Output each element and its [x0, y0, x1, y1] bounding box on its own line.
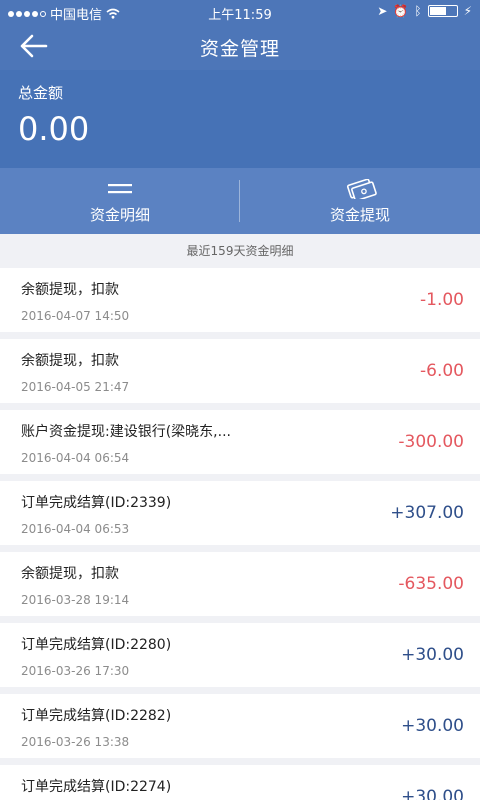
status-indicators: ➤ ⏰ ᛒ ⚡	[377, 4, 472, 18]
transaction-title: 账户资金提现:建设银行(梁晓东,...	[21, 424, 231, 440]
transaction-amount: -1.00	[420, 290, 464, 310]
transaction-title: 订单完成结算(ID:2339)	[21, 495, 172, 511]
withdraw-button[interactable]: 资金提现	[240, 168, 480, 234]
transaction-date: 2016-04-04 06:53	[21, 522, 130, 536]
fund-details-label: 资金明细	[89, 206, 150, 224]
battery-icon	[427, 5, 458, 17]
status-bar: 中国电信 上午11:59 ➤ ⏰ ᛒ ⚡	[0, 0, 480, 24]
total-label: 总金额	[18, 84, 64, 102]
transaction-amount: +30.00	[401, 787, 464, 800]
transaction-list: 余额提现，扣款 2016-04-07 14:50 -1.00 余额提现，扣款 2…	[0, 268, 480, 800]
transaction-title: 余额提现，扣款	[21, 282, 119, 298]
transaction-row[interactable]: 订单完成结算(ID:2339) 2016-04-04 06:53 +307.00	[0, 481, 480, 545]
action-bar: 资金明细 资金提现	[0, 168, 480, 234]
bluetooth-icon: ᛒ	[414, 4, 422, 18]
transaction-date: 2016-03-26 17:30	[21, 664, 130, 678]
transaction-date: 2016-03-28 19:14	[21, 593, 130, 607]
transaction-row[interactable]: 余额提现，扣款 2016-03-28 19:14 -635.00	[0, 552, 480, 616]
total-amount: 0.00	[18, 110, 90, 148]
transaction-row[interactable]: 订单完成结算(ID:2282) 2016-03-26 13:38 +30.00	[0, 694, 480, 758]
page-title: 资金管理	[199, 38, 280, 60]
transaction-title: 订单完成结算(ID:2280)	[21, 637, 172, 653]
transaction-row[interactable]: 订单完成结算(ID:2274) +30.00	[0, 765, 480, 800]
transaction-row[interactable]: 账户资金提现:建设银行(梁晓东,... 2016-04-04 06:54 -30…	[0, 410, 480, 474]
list-icon	[108, 184, 132, 194]
transaction-date: 2016-04-04 06:54	[21, 451, 130, 465]
alarm-icon: ⏰	[393, 4, 409, 18]
transaction-row[interactable]: 余额提现，扣款 2016-04-07 14:50 -1.00	[0, 268, 480, 332]
charging-icon: ⚡	[463, 4, 472, 18]
transaction-title: 余额提现，扣款	[21, 566, 119, 582]
fund-details-button[interactable]: 资金明细	[0, 168, 240, 234]
total-balance-panel: 总金额 0.00	[0, 70, 480, 168]
transaction-amount: -300.00	[398, 432, 464, 452]
transaction-amount: -635.00	[398, 574, 464, 594]
transaction-date: 2016-03-26 13:38	[21, 735, 130, 749]
transaction-title: 订单完成结算(ID:2282)	[21, 708, 172, 724]
transaction-amount: +307.00	[390, 503, 464, 523]
transaction-date: 2016-04-05 21:47	[21, 380, 130, 394]
transaction-row[interactable]: 订单完成结算(ID:2280) 2016-03-26 17:30 +30.00	[0, 623, 480, 687]
transaction-amount: -6.00	[420, 361, 464, 381]
transaction-date: 2016-04-07 14:50	[21, 309, 130, 323]
cash-icon	[346, 179, 377, 199]
withdraw-label: 资金提现	[329, 206, 390, 224]
section-caption: 最近159天资金明细	[186, 244, 294, 258]
transaction-title: 订单完成结算(ID:2274)	[21, 779, 172, 795]
transaction-amount: +30.00	[401, 645, 464, 665]
transaction-amount: +30.00	[401, 716, 464, 736]
location-icon: ➤	[377, 4, 388, 18]
transaction-title: 余额提现，扣款	[21, 353, 119, 369]
nav-bar: 资金管理	[0, 24, 480, 68]
transaction-row[interactable]: 余额提现，扣款 2016-04-05 21:47 -6.00	[0, 339, 480, 403]
